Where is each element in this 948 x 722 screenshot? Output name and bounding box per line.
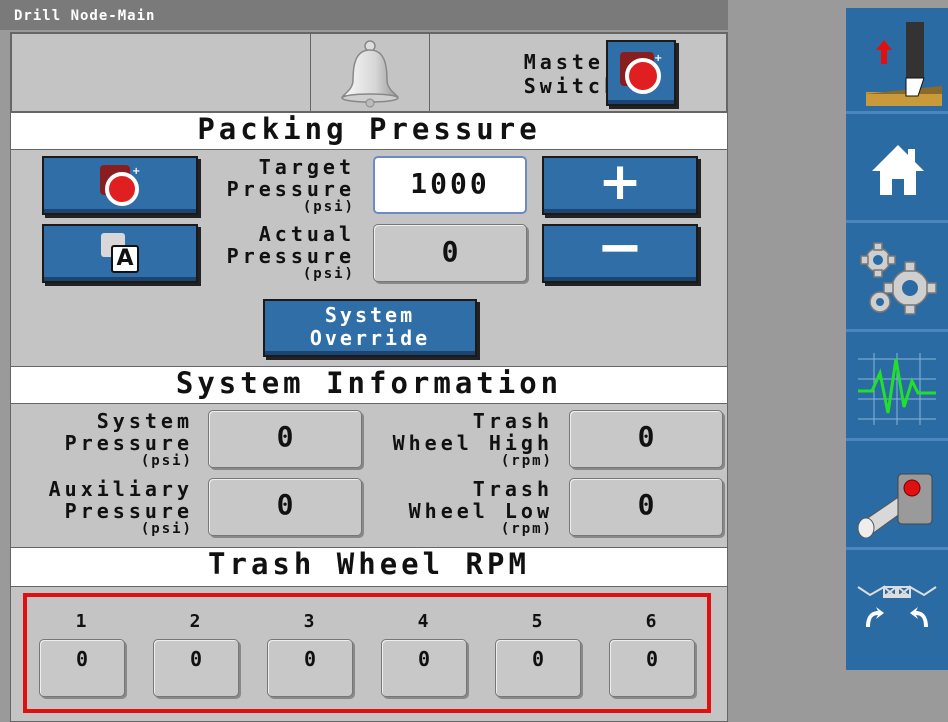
diagnostics-waveform-icon [858,353,936,425]
trash-wheel-rpm-header: Trash Wheel RPM [11,547,727,587]
sidebar-item-home[interactable] [846,117,948,223]
master-switch-label: Master Switch [523,50,620,98]
sidebar-item-diagnostics[interactable] [846,335,948,441]
wheel-rpm-value: 0 [39,639,125,697]
svg-text:+: + [654,53,662,64]
wing-fold-icon [857,585,937,627]
raise-opener-icon [864,22,942,106]
hydraulic-lever-icon [857,473,933,538]
trash-wheel-rpm-highlight: 1 2 3 4 5 6 0 0 0 0 0 0 [23,593,711,713]
record-stop-icon: + [100,165,140,206]
wheel-rpm-value: 0 [495,639,581,697]
sidebar-item-wing-fold[interactable] [846,553,948,659]
plus-icon: + [598,152,642,212]
wheel-number: 1 [75,611,87,632]
trash-wheel-high-label: Trash Wheel High (rpm) [392,409,553,469]
wheel-rpm-value: 0 [153,639,239,697]
system-pressure-value: 0 [208,410,362,468]
decrease-pressure-button[interactable]: − [542,220,698,283]
wheel-number: 6 [645,611,657,632]
increase-pressure-button[interactable]: + [542,152,698,215]
auxiliary-pressure-value: 0 [208,478,362,536]
title-bar: Drill Node-Main [0,0,728,30]
alarm-bell-icon[interactable] [335,38,405,108]
system-information-header: System Information [11,366,727,404]
wheel-number: 3 [303,611,315,632]
record-stop-icon: + [620,52,662,94]
wheel-number: 5 [531,611,543,632]
auto-mode-button[interactable]: + [42,156,198,215]
minus-icon: − [596,215,644,280]
sidebar-item-hydraulics[interactable] [846,444,948,550]
auxiliary-pressure-label: Auxiliary Pressure (psi) [48,477,193,537]
sidebar-nav [846,8,948,670]
master-switch-cell: Master Switch + [429,33,727,112]
settings-gears-icon [860,242,937,315]
wheel-rpm-value: 0 [609,639,695,697]
actual-pressure-label: Actual Pressure (psi) [226,222,355,282]
wheel-number: 4 [417,611,429,632]
system-override-label: System Override [309,303,431,350]
target-pressure-input[interactable]: 1000 [373,156,527,214]
sidebar-item-raise-opener[interactable] [846,8,948,114]
system-pressure-label: System Pressure (psi) [64,409,193,469]
manual-mode-icon: A [101,233,141,273]
wheel-rpm-value: 0 [381,639,467,697]
wheel-number: 2 [189,611,201,632]
top-empty-cell [11,33,311,112]
alarm-bell-cell[interactable] [310,33,430,112]
master-switch-button[interactable]: + [606,40,676,106]
packing-pressure-header: Packing Pressure [11,112,727,150]
home-icon [872,145,924,195]
window-title: Drill Node-Main [14,8,156,24]
manual-mode-button[interactable]: A [42,224,198,283]
trash-wheel-low-value: 0 [569,478,723,536]
wheel-rpm-value: 0 [267,639,353,697]
trash-wheel-high-value: 0 [569,410,723,468]
trash-wheel-low-label: Trash Wheel Low (rpm) [408,477,553,537]
target-pressure-label: Target Pressure (psi) [226,155,355,215]
actual-pressure-value: 0 [373,224,527,282]
svg-text:+: + [132,166,140,177]
sidebar-item-settings[interactable] [846,226,948,332]
system-override-button[interactable]: System Override [263,299,477,357]
